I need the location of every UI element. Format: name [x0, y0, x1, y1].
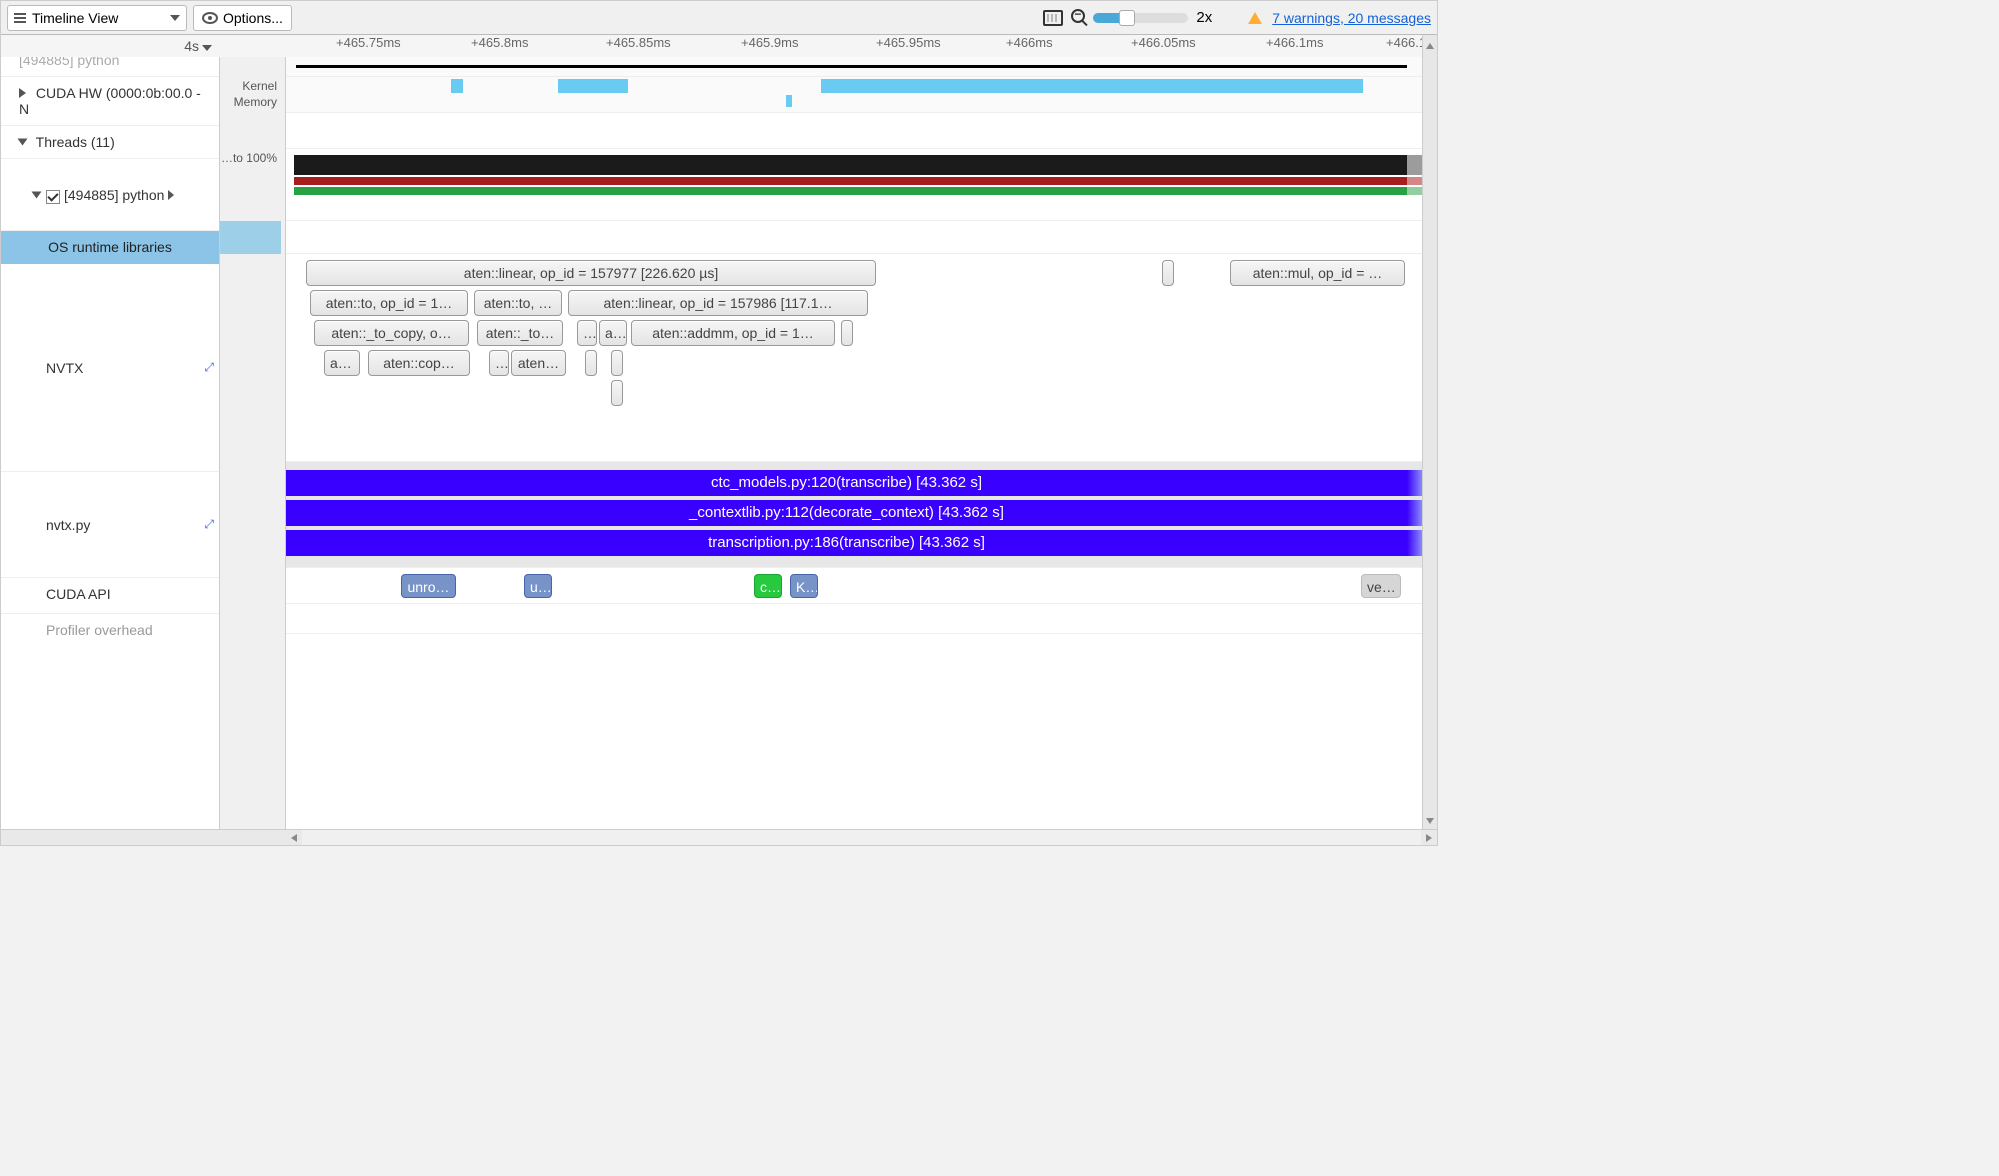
disclosure-icon	[18, 139, 28, 146]
nvtx-block[interactable]	[611, 380, 623, 406]
tree-item-cuda-api[interactable]: CUDA API	[1, 578, 219, 614]
time-ruler[interactable]: +465.75ms +465.8ms +465.85ms +465.9ms +4…	[286, 35, 1422, 57]
scroll-right-button[interactable]	[1421, 830, 1437, 845]
nvtx-block[interactable]: aten::to, op_id = 1…	[310, 290, 468, 316]
nvtx-block[interactable]: …	[577, 320, 597, 346]
nvtx-block[interactable]: aten::linear, op_id = 157977 [226.620 µs…	[306, 260, 876, 286]
python-frame[interactable]: transcription.py:186(transcribe) [43.362…	[286, 530, 1407, 556]
nvtx-block[interactable]: aten::to, …	[474, 290, 562, 316]
kernel-segment[interactable]	[451, 79, 463, 93]
cuda-api-call[interactable]: ve…	[1361, 574, 1401, 598]
keyboard-icon[interactable]	[1043, 10, 1063, 26]
legend-memory: Memory	[220, 95, 281, 109]
ruler-tick: +465.75ms	[336, 35, 401, 50]
chevron-down-icon	[170, 15, 180, 21]
cpu-bar-green[interactable]	[294, 187, 1407, 195]
tree-item-label: Profiler overhead	[46, 622, 153, 638]
tree-item-label: CUDA API	[46, 586, 111, 602]
cuda-api-call[interactable]: K…	[790, 574, 818, 598]
options-button[interactable]: Options...	[193, 5, 292, 31]
tree-item-nvtxpy[interactable]: nvtx.py ⤢	[1, 472, 219, 578]
tree-item-cuda-hw[interactable]: CUDA HW (0000:0b:00.0 - N	[1, 77, 219, 126]
python-frame[interactable]: _contextlib.py:112(decorate_context) [43…	[286, 500, 1407, 526]
ruler-tick: +465.85ms	[606, 35, 671, 50]
nvtx-block[interactable]	[1162, 260, 1174, 286]
nvtx-block[interactable]: aten::_to…	[477, 320, 563, 346]
horizontal-scrollbar[interactable]	[1, 829, 1437, 845]
view-select[interactable]: Timeline View	[7, 5, 187, 31]
zoom-label: 2x	[1196, 9, 1212, 26]
legend-to100: …to 100%	[220, 151, 281, 165]
disclosure-icon	[19, 88, 26, 98]
nvtx-block[interactable]: aten::cop…	[368, 350, 470, 376]
eye-icon	[202, 12, 218, 24]
tree-item-os-runtime[interactable]: OS runtime libraries	[1, 231, 219, 264]
menu-icon	[14, 13, 26, 23]
view-select-label: Timeline View	[32, 10, 158, 26]
nvtx-block[interactable]	[611, 350, 623, 376]
cpu-bar-red[interactable]	[294, 177, 1407, 185]
cuda-api-call[interactable]: c…	[754, 574, 782, 598]
memory-segment[interactable]	[786, 95, 792, 107]
cpu-bar-black[interactable]	[294, 155, 1407, 175]
cuda-api-call[interactable]: u…	[524, 574, 552, 598]
tree-item-label: [494885] python	[64, 187, 164, 203]
options-label: Options...	[223, 10, 283, 26]
nvtx-block[interactable]: …	[489, 350, 509, 376]
ruler-tick: +466.05ms	[1131, 35, 1196, 50]
collapse-icon[interactable]: ⤢	[204, 517, 214, 532]
ruler-tick: +465.9ms	[741, 35, 798, 50]
tree-item-label: Threads (11)	[36, 134, 115, 150]
tree-item-label: nvtx.py	[46, 517, 90, 533]
tree-item-clipped[interactable]: [494885] python	[1, 57, 219, 77]
ruler-tick: +465.95ms	[876, 35, 941, 50]
legend-kernel: Kernel	[220, 79, 281, 93]
nvtx-block[interactable]: aten::_to_copy, o…	[314, 320, 469, 346]
nvtx-block[interactable]: a…	[599, 320, 627, 346]
time-display[interactable]: 4s	[1, 35, 220, 57]
scroll-left-button[interactable]	[286, 830, 302, 845]
python-frame[interactable]: ctc_models.py:120(transcribe) [43.362 s]	[286, 470, 1407, 496]
nvtx-block[interactable]: aten::addmm, op_id = 1…	[631, 320, 835, 346]
ruler-tick: +466ms	[1006, 35, 1053, 50]
collapse-icon[interactable]: ⤢	[204, 360, 214, 375]
zoom-slider[interactable]	[1093, 13, 1188, 23]
nvtx-block[interactable]: aten::mul, op_id = …	[1230, 260, 1405, 286]
tree-item-label: OS runtime libraries	[48, 239, 172, 255]
scroll-up-button[interactable]	[1422, 35, 1437, 57]
nvtx-block[interactable]: at…	[324, 350, 360, 376]
tree-item-profiler-overhead[interactable]: Profiler overhead	[1, 614, 219, 646]
tree-item-label: [494885] python	[19, 57, 119, 68]
tree-item-label: NVTX	[46, 360, 83, 376]
ruler-tick: +466.15ms	[1386, 35, 1422, 50]
kernel-segment[interactable]	[821, 79, 1363, 93]
ruler-tick: +466.1ms	[1266, 35, 1323, 50]
vertical-scrollbar[interactable]	[1422, 57, 1437, 829]
tree-item-process[interactable]: [494885] python	[1, 159, 219, 231]
dropdown-icon[interactable]	[168, 190, 174, 200]
disclosure-icon	[32, 191, 42, 198]
chevron-down-icon	[202, 45, 212, 51]
nvtx-block[interactable]: aten::linear, op_id = 157986 [117.1…	[568, 290, 868, 316]
tree-item-label: CUDA HW (0000:0b:00.0 - N	[19, 85, 201, 117]
nvtx-block[interactable]	[585, 350, 597, 376]
nvtx-block[interactable]	[841, 320, 853, 346]
nvtx-block[interactable]: aten…	[511, 350, 566, 376]
warnings-link[interactable]: 7 warnings, 20 messages	[1272, 10, 1431, 26]
zoom-out-button[interactable]: −	[1071, 9, 1085, 26]
cuda-api-call[interactable]: unro…	[401, 574, 456, 598]
warning-icon	[1248, 12, 1262, 24]
kernel-segment[interactable]	[558, 79, 628, 93]
tree-item-threads[interactable]: Threads (11)	[1, 126, 219, 159]
process-checkbox[interactable]	[46, 190, 60, 204]
tree-item-nvtx[interactable]: NVTX ⤢	[1, 264, 219, 472]
ruler-tick: +465.8ms	[471, 35, 528, 50]
